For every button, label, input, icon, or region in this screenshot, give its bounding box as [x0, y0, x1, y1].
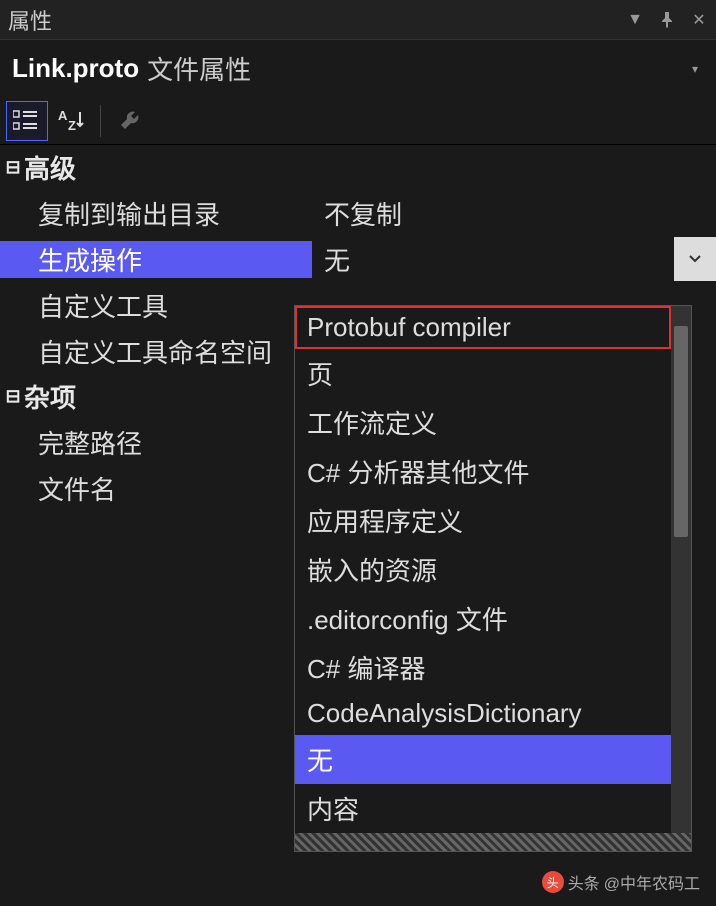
dropdown-item-none[interactable]: 无	[295, 735, 671, 784]
prop-label: 完整路径	[0, 424, 312, 461]
dropdown-resize-grip[interactable]	[295, 833, 691, 851]
build-action-dropdown: Protobuf compiler 页 工作流定义 C# 分析器其他文件 应用程…	[294, 305, 692, 852]
dropdown-item-codeanalysis[interactable]: CodeAnalysisDictionary	[295, 692, 671, 735]
svg-text:A: A	[58, 108, 68, 123]
watermark-author: @中年农码工	[604, 870, 700, 894]
toolbar-separator	[100, 105, 101, 137]
collapse-icon: ⊟	[2, 386, 24, 407]
svg-text:Z: Z	[68, 118, 76, 133]
dropdown-icon[interactable]: ▼	[626, 11, 644, 29]
prop-row-build-action[interactable]: 生成操作 无	[0, 236, 716, 282]
dropdown-item-appdef[interactable]: 应用程序定义	[295, 496, 671, 545]
prop-label: 文件名	[0, 470, 312, 507]
dropdown-item-protobuf[interactable]: Protobuf compiler	[295, 306, 671, 349]
subheader: Link.proto 文件属性 ▾	[0, 40, 716, 97]
prop-value[interactable]: 无	[312, 236, 716, 282]
titlebar: 属性 ▼ ✕	[0, 0, 716, 40]
watermark-prefix: 头条	[568, 870, 600, 894]
pin-icon[interactable]	[658, 11, 676, 29]
close-icon[interactable]: ✕	[690, 11, 708, 29]
prop-row-copy-output[interactable]: 复制到输出目录 不复制	[0, 190, 716, 236]
panel-title: 属性	[8, 4, 52, 36]
dropdown-item-content[interactable]: 内容	[295, 784, 671, 833]
prop-label: 复制到输出目录	[0, 195, 312, 232]
watermark: 头 头条 @中年农码工	[542, 870, 700, 894]
prop-label: 自定义工具命名空间	[0, 333, 312, 370]
wrench-button[interactable]	[109, 101, 151, 141]
subheader-dropdown-icon[interactable]: ▾	[686, 60, 704, 78]
category-label: 高级	[24, 149, 76, 186]
prop-label: 自定义工具	[0, 287, 312, 324]
prop-label: 生成操作	[0, 241, 312, 278]
category-label: 杂项	[24, 378, 76, 415]
file-type-label: 文件属性	[147, 50, 251, 87]
dropdown-item-compiler[interactable]: C# 编译器	[295, 643, 671, 692]
category-advanced[interactable]: ⊟ 高级	[0, 145, 716, 190]
dropdown-item-embedded[interactable]: 嵌入的资源	[295, 545, 671, 594]
alphabetical-button[interactable]: A Z	[50, 101, 92, 141]
dropdown-item-page[interactable]: 页	[295, 349, 671, 398]
dropdown-item-analyzer[interactable]: C# 分析器其他文件	[295, 447, 671, 496]
dropdown-button[interactable]	[674, 237, 716, 281]
collapse-icon: ⊟	[2, 157, 24, 178]
categorize-button[interactable]	[6, 101, 48, 141]
dropdown-item-workflow[interactable]: 工作流定义	[295, 398, 671, 447]
file-name: Link.proto	[12, 53, 139, 84]
prop-value[interactable]: 不复制	[312, 190, 716, 236]
dropdown-scrollbar[interactable]	[671, 306, 691, 833]
watermark-logo-icon: 头	[542, 871, 564, 893]
titlebar-controls: ▼ ✕	[626, 11, 708, 29]
toolbar: A Z	[0, 97, 716, 145]
dropdown-item-editorconfig[interactable]: .editorconfig 文件	[295, 594, 671, 643]
